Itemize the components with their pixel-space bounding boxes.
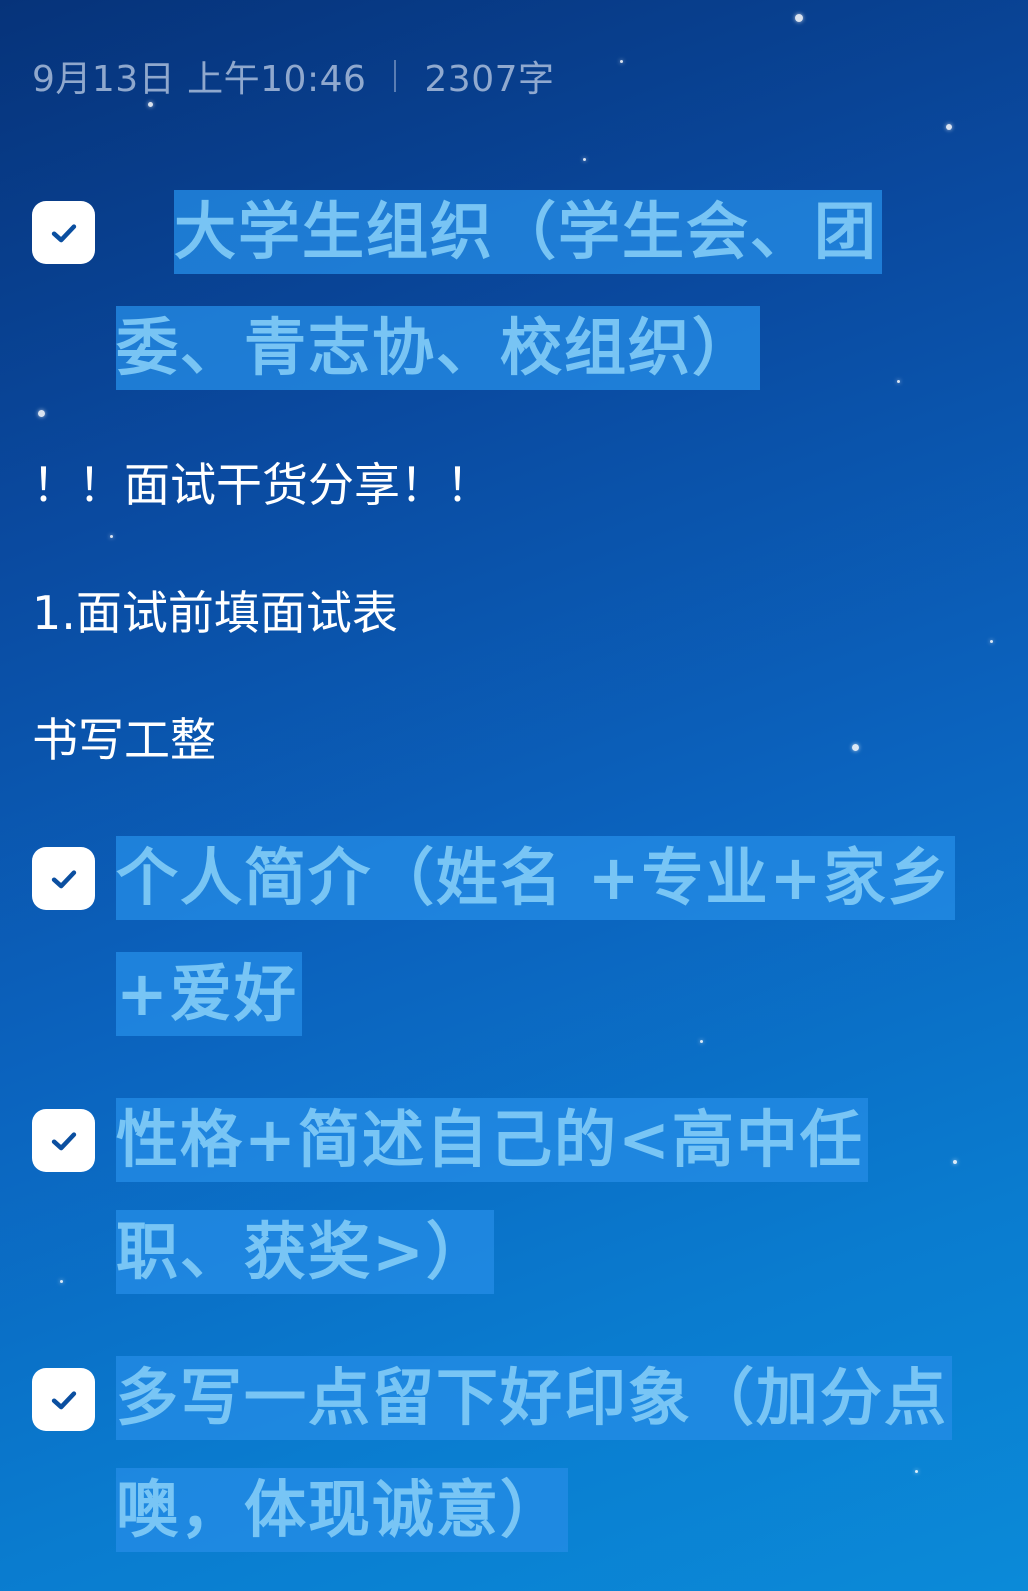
note-word-count: 2307字 — [424, 59, 555, 100]
note-text-line[interactable]: 书写工整 — [32, 710, 216, 770]
note-meta: 9月13日 上午10:46 2307字 — [32, 52, 555, 100]
todo-checkbox[interactable] — [32, 201, 95, 264]
selected-text-line[interactable]: +爱好 — [116, 952, 302, 1036]
selected-text-line[interactable]: 多写一点留下好印象（加分点 — [116, 1356, 953, 1440]
checkmark-icon — [51, 869, 76, 888]
todo-checkbox[interactable] — [32, 1368, 95, 1431]
selected-text-line[interactable]: 个人简介（姓名 +专业+家乡 — [116, 836, 956, 920]
note-text-line[interactable]: ！！面试干货分享！！ — [32, 455, 492, 515]
note-text-line[interactable]: 1.面试前填面试表 — [32, 583, 398, 643]
todo-checkbox[interactable] — [32, 847, 95, 910]
selected-text-line[interactable]: 职、获奖>） — [116, 1210, 494, 1294]
checkmark-icon — [51, 1390, 76, 1409]
checkmark-icon — [51, 1131, 76, 1150]
selected-text-line[interactable]: 噢，体现诚意） — [116, 1468, 569, 1552]
selected-text-line[interactable]: 大学生组织（学生会、团 — [174, 190, 883, 274]
meta-divider — [394, 60, 397, 92]
checkmark-icon — [51, 223, 76, 242]
selected-text-line[interactable]: 委、青志协、校组织） — [116, 306, 761, 390]
selected-text-line[interactable]: 性格+简述自己的<高中任 — [116, 1098, 868, 1182]
note-date: 9月13日 上午10:46 — [32, 59, 367, 100]
todo-checkbox[interactable] — [32, 1109, 95, 1172]
